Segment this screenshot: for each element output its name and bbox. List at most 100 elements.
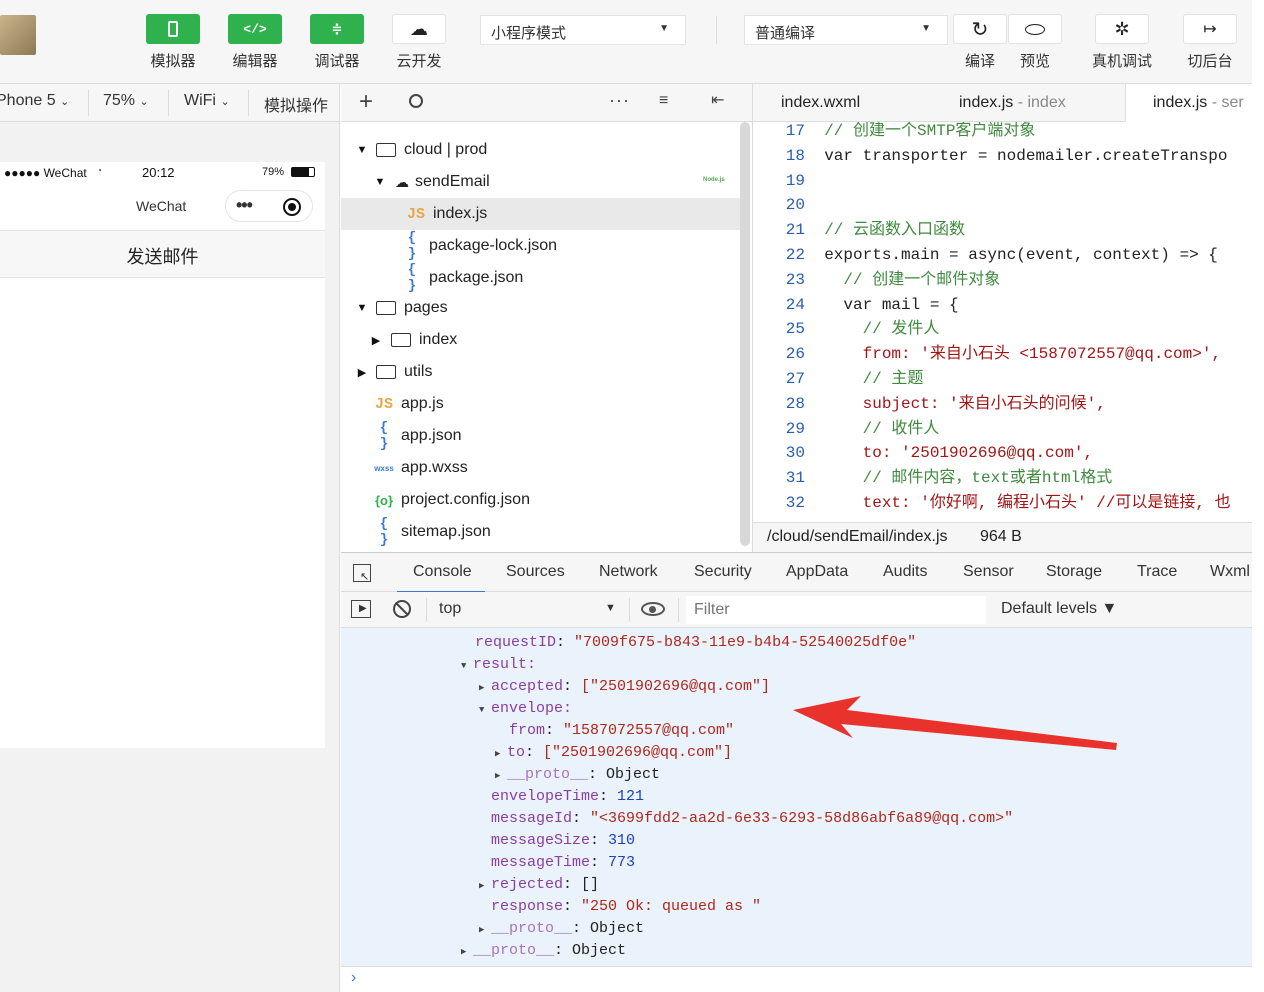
console-line-proto[interactable]: ▶ __proto__: Object	[479, 918, 644, 940]
code-editor[interactable]: 17 // 创建一个SMTP客户端对象 18 var transporter =…	[752, 122, 1252, 522]
folder-icon	[391, 333, 411, 347]
caret-down-icon: ▼	[356, 302, 368, 314]
tab-storage[interactable]: Storage	[1046, 563, 1102, 581]
tab-network[interactable]: Network	[599, 563, 658, 581]
console-line-to[interactable]: ▶ to: ["2501902696@qq.com"]	[495, 742, 732, 764]
eye-icon[interactable]	[641, 602, 665, 616]
tree-item-project-config[interactable]: {o} project.config.json	[341, 484, 741, 516]
add-icon[interactable]: +	[359, 88, 373, 116]
editor-button[interactable]: </> 编辑器	[220, 14, 290, 71]
device-select[interactable]: Phone 5 ⌄	[0, 92, 69, 110]
tree-item-sendemail[interactable]: ▼ ☁ sendEmail Node.js	[341, 166, 741, 198]
tree-item-app-json[interactable]: { } app.json	[341, 420, 741, 452]
console-line-accepted[interactable]: ▶ accepted: ["2501902696@qq.com"]	[479, 676, 770, 698]
debugger-button[interactable]: ≑ 调试器	[302, 14, 372, 71]
send-email-button[interactable]: 发送邮件	[0, 230, 325, 278]
code-line: 18 var transporter = nodemailer.createTr…	[753, 144, 1252, 169]
sliders-icon: ≑	[331, 21, 343, 36]
tab-sources[interactable]: Sources	[506, 563, 565, 581]
console-line-result[interactable]: ▼ result:	[461, 654, 536, 676]
line-number: 22	[785, 246, 805, 264]
key: response	[491, 898, 564, 915]
tab-trace[interactable]: Trace	[1137, 563, 1177, 581]
tab-appdata[interactable]: AppData	[786, 563, 848, 581]
inspect-element-icon[interactable]: ↖	[353, 564, 371, 583]
tree-item-package-lock[interactable]: { } package-lock.json	[341, 230, 741, 262]
tab-index-wxml[interactable]: index.wxml	[781, 84, 860, 122]
filter-input[interactable]	[686, 596, 986, 624]
tab-index-js-index[interactable]: index.js - index	[959, 84, 1066, 122]
collapse-all-icon[interactable]: ≡	[659, 92, 668, 110]
console-output: requestID: "7009f675-b843-11e9-b4b4-5254…	[341, 628, 1252, 966]
toggle-sidebar-icon[interactable]: ▶	[351, 600, 371, 618]
code-line: 19	[753, 169, 1252, 194]
close-circle-icon[interactable]	[283, 198, 301, 216]
code-line: 31 // 邮件内容，text或者html格式	[753, 466, 1252, 491]
key: rejected	[491, 876, 564, 893]
console-line-rejected[interactable]: ▶ rejected: []	[479, 874, 599, 896]
simulate-actions-select[interactable]: 模拟操作	[264, 92, 328, 116]
key: messageSize	[491, 832, 591, 849]
tab-wxml[interactable]: Wxml	[1210, 563, 1250, 581]
tab-sensor[interactable]: Sensor	[963, 563, 1014, 581]
console-line: messageSize: 310	[491, 832, 636, 849]
capsule-menu[interactable]: •••	[225, 190, 313, 222]
tree-item-app-wxss[interactable]: wxss app.wxss	[341, 452, 741, 484]
tree-label: index	[419, 331, 458, 348]
bug-icon: ✲	[1114, 18, 1130, 39]
search-icon[interactable]	[409, 94, 423, 108]
json-file-icon: { }	[407, 230, 417, 262]
context-select[interactable]: top	[439, 600, 461, 618]
hide-tree-icon[interactable]: ⇤	[711, 90, 724, 110]
network-select[interactable]: WiFi ⌄	[184, 92, 230, 110]
tree-item-index-js[interactable]: JS index.js	[341, 198, 741, 230]
wifi-icon: ◔	[97, 166, 102, 175]
tab-console[interactable]: Console	[413, 563, 472, 581]
more-icon[interactable]: ···	[609, 90, 630, 111]
simulate-actions-label: 模拟操作	[264, 98, 329, 115]
phone-icon	[168, 21, 178, 37]
tree-item-sitemap[interactable]: { } sitemap.json	[341, 516, 741, 548]
caret-down-icon[interactable]: ▼	[605, 602, 616, 614]
tab-label: index.wxml	[781, 94, 861, 111]
cloud-folder-icon	[376, 143, 396, 157]
mode-select[interactable]: 小程序模式 ▼	[480, 15, 686, 45]
file-size: 964 B	[980, 528, 1022, 545]
tree-item-cloud[interactable]: ▼ cloud | prod	[341, 134, 741, 166]
compile-mode-select[interactable]: 普通编译 ▼	[744, 15, 948, 45]
divider	[678, 598, 679, 622]
console-prompt[interactable]: ›	[341, 966, 1252, 992]
console-line-proto[interactable]: ▶ __proto__: Object	[495, 764, 660, 786]
avatar[interactable]	[0, 15, 36, 55]
simulator-button[interactable]: 模拟器	[138, 14, 208, 71]
file-tree-scrollbar[interactable]	[740, 122, 750, 546]
key: envelopeTime	[491, 788, 600, 805]
console-line-envelope[interactable]: ▼ envelope:	[479, 698, 572, 720]
mode-select-value: 小程序模式	[491, 25, 567, 42]
value: ["2501902696@qq.com"]	[543, 744, 733, 761]
tree-item-utils[interactable]: ▶ utils	[341, 356, 741, 388]
preview-button[interactable]: 预览	[1000, 14, 1070, 71]
device-debug-button[interactable]: ✲ 真机调试	[1087, 14, 1157, 71]
background-button[interactable]: ↦ 切后台	[1175, 14, 1245, 71]
status-bar: ●●●●● WeChat ◔ 20:12 79%	[0, 162, 325, 184]
zoom-select[interactable]: 75% ⌄	[103, 92, 149, 110]
tree-item-pages[interactable]: ▼ pages	[341, 292, 741, 324]
line-number: 29	[785, 419, 805, 438]
console-line: messageId: "<3699fdd2-aa2d-6e33-6293-58d…	[491, 810, 1014, 827]
more-icon[interactable]: •••	[236, 195, 253, 216]
line-number: 19	[785, 171, 805, 190]
tree-item-index-folder[interactable]: ▶ index	[341, 324, 741, 356]
console-line-proto[interactable]: ▶ __proto__: Object	[461, 940, 626, 962]
tab-audits[interactable]: Audits	[883, 563, 927, 581]
tree-item-app-js[interactable]: JS app.js	[341, 388, 741, 420]
tree-item-package-json[interactable]: { } package.json	[341, 262, 741, 294]
tab-security[interactable]: Security	[694, 563, 752, 581]
clear-console-icon[interactable]	[393, 600, 411, 618]
tab-index-js-sendemail[interactable]: index.js - ser	[1125, 84, 1253, 123]
caret-down-icon: ▼	[461, 661, 467, 671]
key: accepted	[491, 678, 564, 695]
file-tree: ▼ cloud | prod ▼ ☁ sendEmail Node.js JS …	[341, 122, 752, 552]
log-levels-select[interactable]: Default levels ▼	[1001, 600, 1117, 618]
cloud-dev-button[interactable]: ☁ 云开发	[384, 14, 454, 71]
